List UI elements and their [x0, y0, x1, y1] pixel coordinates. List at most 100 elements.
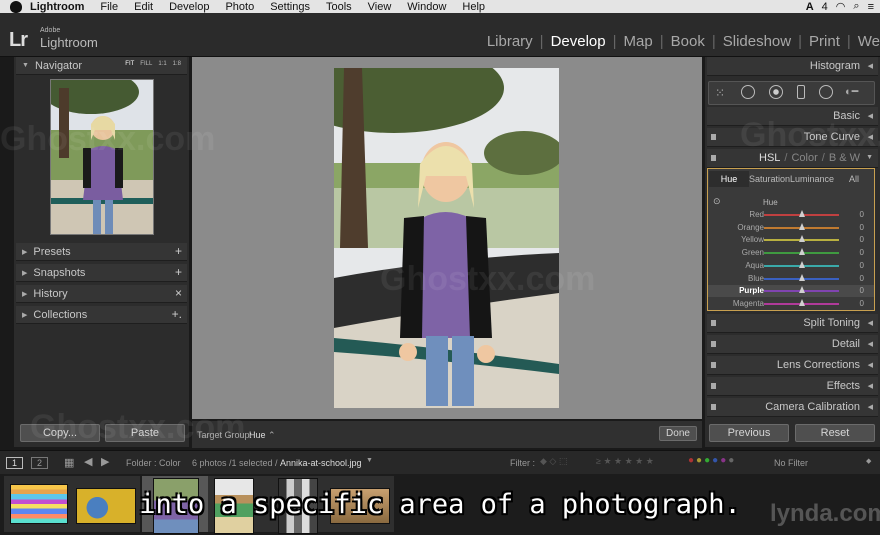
done-button[interactable]: Done — [659, 426, 697, 441]
panel-switch-icon[interactable] — [711, 134, 716, 140]
add-collection-button[interactable]: +. — [172, 307, 182, 321]
zoom-1-8[interactable]: 1:8 — [173, 61, 181, 67]
wifi-icon[interactable]: ◠ — [836, 0, 846, 13]
module-print[interactable]: Print — [802, 33, 847, 50]
add-snapshot-button[interactable]: + — [175, 265, 182, 279]
previous-button[interactable]: Previous — [709, 424, 789, 442]
menu-file[interactable]: File — [100, 1, 118, 13]
slider-value[interactable]: 0 — [860, 286, 864, 295]
navigator-preview[interactable] — [50, 79, 154, 235]
slider-value[interactable]: 0 — [860, 235, 864, 244]
apple-icon[interactable] — [10, 0, 22, 13]
zoom-1-1[interactable]: 1:1 — [158, 61, 166, 67]
split-toning-header[interactable]: Split Toning ◀ — [707, 314, 878, 333]
slider-thumb[interactable] — [799, 210, 805, 217]
hsl-tab[interactable]: HSL — [759, 152, 780, 164]
navigator-header[interactable]: ▼ Navigator FIT FILL 1:1 1:8 — [16, 57, 187, 75]
module-map[interactable]: Map — [617, 33, 660, 50]
module-library[interactable]: Library — [480, 33, 540, 50]
source-label[interactable]: Folder : Color — [126, 458, 181, 468]
hsl-slider-red[interactable]: Red 0 — [708, 209, 874, 221]
bw-tab[interactable]: B & W — [829, 152, 860, 164]
window-2-button[interactable]: 2 — [31, 457, 48, 469]
slider-value[interactable]: 0 — [860, 223, 864, 232]
lens-corrections-header[interactable]: Lens Corrections ◀ — [707, 356, 878, 375]
slider-thumb[interactable] — [799, 273, 805, 281]
zoom-fit[interactable]: FIT — [125, 61, 134, 67]
panel-switch-icon[interactable] — [711, 362, 716, 368]
hsl-slider-purple[interactable]: Purple 0 — [708, 285, 874, 298]
clear-history-button[interactable]: × — [175, 286, 182, 300]
panel-switch-icon[interactable] — [711, 155, 716, 161]
hsl-slider-blue[interactable]: Blue 0 — [708, 273, 874, 285]
color-label-filter-icons[interactable]: ●●●●●● — [688, 455, 736, 466]
slider-value[interactable]: 0 — [860, 248, 864, 257]
snapshots-header[interactable]: ▶ Snapshots + — [16, 264, 187, 282]
radial-filter-icon[interactable] — [819, 85, 833, 99]
search-icon[interactable]: ⌕ — [853, 0, 859, 13]
camera-calibration-header[interactable]: Camera Calibration ◀ — [707, 398, 878, 417]
slider-value[interactable]: 0 — [860, 261, 864, 270]
panel-switch-icon[interactable] — [711, 341, 716, 347]
crop-grid-icon[interactable]: ⁙ — [715, 86, 725, 100]
slider-thumb[interactable] — [799, 286, 805, 294]
histogram-header[interactable]: Histogram ◀ — [707, 57, 878, 76]
menu-app-name[interactable]: Lightroom — [30, 1, 84, 13]
module-develop[interactable]: Develop — [544, 33, 613, 50]
panel-switch-icon[interactable] — [711, 404, 716, 410]
history-header[interactable]: ▶ History × — [16, 285, 187, 303]
list-icon[interactable]: ≡ — [868, 1, 874, 13]
menu-settings[interactable]: Settings — [270, 1, 310, 13]
module-book[interactable]: Book — [664, 33, 712, 50]
color-tab[interactable]: Color — [791, 152, 817, 164]
hsl-slider-orange[interactable]: Orange 0 — [708, 222, 874, 234]
back-arrow-icon[interactable]: ◀ — [84, 455, 92, 468]
slider-value[interactable]: 0 — [860, 274, 864, 283]
target-group-select[interactable]: Hue — [249, 430, 266, 440]
slider-thumb[interactable] — [799, 222, 805, 230]
copy-button[interactable]: Copy... — [20, 424, 100, 442]
tone-curve-header[interactable]: Tone Curve ◀ — [707, 128, 878, 147]
tab-all[interactable]: All — [834, 171, 874, 187]
hsl-slider-aqua[interactable]: Aqua 0 — [708, 260, 874, 272]
basic-header[interactable]: Basic ◀ — [707, 107, 878, 126]
effects-header[interactable]: Effects ◀ — [707, 377, 878, 396]
panel-switch-icon[interactable] — [711, 320, 716, 326]
filter-select[interactable]: No Filter — [774, 458, 808, 468]
graduated-filter-icon[interactable] — [797, 85, 805, 99]
paste-button[interactable]: Paste — [105, 424, 185, 442]
hsl-slider-green[interactable]: Green 0 — [708, 247, 874, 259]
detail-header[interactable]: Detail ◀ — [707, 335, 878, 354]
slider-thumb[interactable] — [799, 235, 805, 243]
tab-hue[interactable]: Hue — [709, 171, 749, 187]
slider-thumb[interactable] — [799, 260, 805, 268]
tab-luminance[interactable]: Luminance — [790, 171, 834, 187]
menu-photo[interactable]: Photo — [225, 1, 254, 13]
target-adjust-icon[interactable]: ⊙ — [713, 196, 721, 207]
dropdown-arrow-icon[interactable]: ▼ — [366, 457, 373, 464]
menu-window[interactable]: Window — [407, 1, 446, 13]
zoom-fill[interactable]: FILL — [140, 61, 152, 67]
selected-filename[interactable]: Annika-at-school.jpg — [280, 458, 362, 468]
slider-value[interactable]: 0 — [860, 210, 864, 219]
grid-view-icon[interactable]: ▦ — [64, 456, 74, 469]
adjustment-brush-icon[interactable]: ◐━ — [845, 85, 869, 99]
collections-header[interactable]: ▶ Collections +. — [16, 306, 187, 324]
panel-switch-icon[interactable] — [711, 383, 716, 389]
menu-tools[interactable]: Tools — [326, 1, 352, 13]
module-web[interactable]: We — [851, 33, 880, 50]
spot-removal-icon[interactable] — [741, 85, 755, 99]
main-photo[interactable] — [334, 68, 559, 408]
presets-header[interactable]: ▶ Presets + — [16, 243, 187, 261]
add-preset-button[interactable]: + — [175, 244, 182, 258]
hsl-header[interactable]: HSL / Color / B & W ▼ — [707, 149, 878, 168]
reset-button[interactable]: Reset — [795, 424, 875, 442]
forward-arrow-icon[interactable]: ▶ — [101, 455, 109, 468]
red-eye-icon[interactable] — [769, 85, 783, 99]
module-slideshow[interactable]: Slideshow — [716, 33, 798, 50]
slider-thumb[interactable] — [799, 248, 805, 256]
star-filter-icons[interactable]: ≥ ★ ★ ★ ★ ★ — [596, 456, 654, 467]
tab-saturation[interactable]: Saturation — [749, 171, 790, 187]
menu-edit[interactable]: Edit — [134, 1, 153, 13]
adobe-icon[interactable]: A — [806, 1, 814, 13]
